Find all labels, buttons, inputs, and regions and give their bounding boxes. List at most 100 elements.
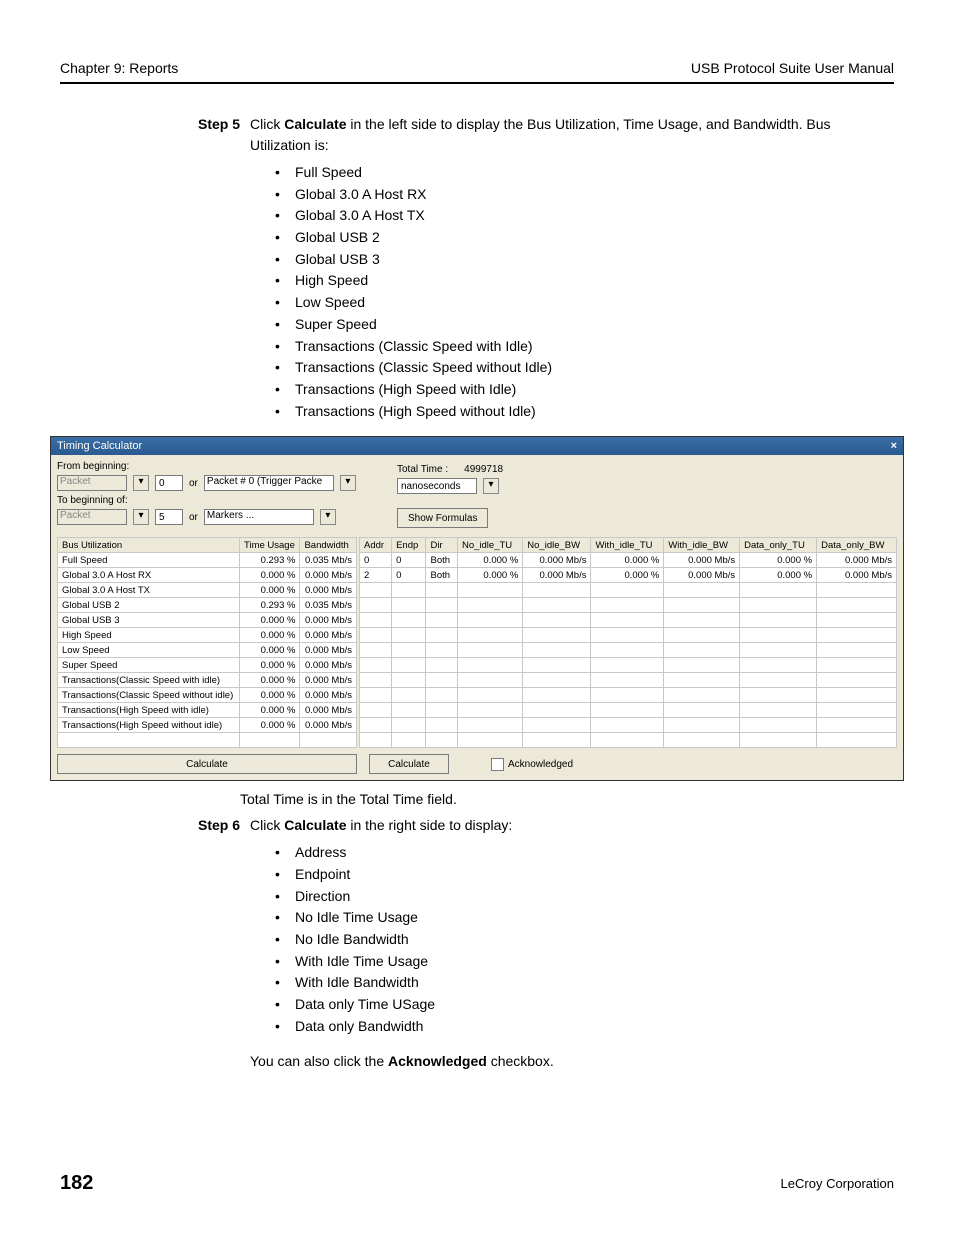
- from-packet-select[interactable]: Packet # 0 (Trigger Packe: [204, 475, 334, 491]
- table-row: 20Both0.000 %0.000 Mb/s0.000 %0.000 Mb/s…: [360, 568, 897, 583]
- table-row: [360, 658, 897, 673]
- table-row: Full Speed0.293 %0.035 Mb/s: [58, 553, 357, 568]
- step5-bullets: Full SpeedGlobal 3.0 A Host RXGlobal 3.0…: [275, 162, 894, 422]
- tc-titlebar: Timing Calculator ×: [51, 437, 903, 455]
- detail-table: AddrEndpDirNo_idle_TUNo_idle_BWWith_idle…: [359, 537, 897, 748]
- col-header: No_idle_TU: [457, 538, 522, 553]
- table-row: Global USB 30.000 %0.000 Mb/s: [58, 613, 357, 628]
- list-item: Low Speed: [275, 292, 894, 314]
- or-label-1: or: [189, 478, 198, 489]
- table-row: [360, 598, 897, 613]
- page-number: 182: [60, 1172, 93, 1195]
- list-item: Transactions (High Speed without Idle): [275, 401, 894, 423]
- step6-label: Step 6: [180, 815, 240, 836]
- ack-pre: You can also click the: [250, 1053, 388, 1069]
- close-icon[interactable]: ×: [891, 440, 897, 452]
- to-markers-select[interactable]: Markers ...: [204, 509, 314, 525]
- list-item: Data only Time USage: [275, 994, 894, 1016]
- step5-pre: Click: [250, 116, 284, 132]
- or-label-2: or: [189, 512, 198, 523]
- chevron-down-icon[interactable]: ▾: [133, 509, 149, 525]
- col-header: Data_only_TU: [740, 538, 817, 553]
- list-item: Endpoint: [275, 864, 894, 886]
- ack-line: You can also click the Acknowledged chec…: [250, 1051, 894, 1072]
- table-row: [360, 733, 897, 748]
- col-header: Dir: [426, 538, 458, 553]
- list-item: Data only Bandwidth: [275, 1016, 894, 1038]
- step6-pre: Click: [250, 817, 284, 833]
- to-value-input[interactable]: [155, 509, 183, 525]
- step6-text: Click Calculate in the right side to dis…: [250, 815, 894, 836]
- step5-bold: Calculate: [284, 116, 346, 132]
- step5-label: Step 5: [180, 114, 240, 156]
- list-item: Transactions (Classic Speed without Idle…: [275, 357, 894, 379]
- table-row: Global USB 20.293 %0.035 Mb/s: [58, 598, 357, 613]
- list-item: Global USB 2: [275, 227, 894, 249]
- table-row: Global 3.0 A Host TX0.000 %0.000 Mb/s: [58, 583, 357, 598]
- totaltime-value: 4999718: [464, 464, 503, 475]
- calculate-right-button[interactable]: Calculate: [369, 754, 449, 774]
- bus-utilization-table: Bus UtilizationTime UsageBandwidthFull S…: [57, 537, 357, 748]
- table-row: Transactions(High Speed without idle)0.0…: [58, 718, 357, 733]
- ack-post: checkbox.: [487, 1053, 554, 1069]
- acknowledged-checkbox[interactable]: Acknowledged: [491, 758, 573, 771]
- list-item: High Speed: [275, 270, 894, 292]
- chevron-down-icon[interactable]: ▾: [340, 475, 356, 491]
- list-item: No Idle Bandwidth: [275, 929, 894, 951]
- col-header: Time Usage: [240, 538, 300, 553]
- chevron-down-icon[interactable]: ▾: [320, 509, 336, 525]
- show-formulas-button[interactable]: Show Formulas: [397, 508, 488, 528]
- table-row: Super Speed0.000 %0.000 Mb/s: [58, 658, 357, 673]
- table-row: [360, 583, 897, 598]
- to-type-select[interactable]: Packet: [57, 509, 127, 525]
- col-header: Addr: [360, 538, 392, 553]
- chevron-down-icon[interactable]: ▾: [483, 478, 499, 494]
- totaltime-label: Total Time :: [397, 464, 448, 475]
- table-row: [360, 628, 897, 643]
- table-row: [360, 613, 897, 628]
- to-label: To beginning of:: [57, 495, 357, 506]
- header-right: USB Protocol Suite User Manual: [691, 60, 894, 76]
- timing-calculator-window: Timing Calculator × From beginning: Pack…: [50, 436, 904, 781]
- list-item: Transactions (Classic Speed with Idle): [275, 336, 894, 358]
- table-row: Low Speed0.000 %0.000 Mb/s: [58, 643, 357, 658]
- col-header: Bandwidth: [300, 538, 357, 553]
- step5-text: Click Calculate in the left side to disp…: [250, 114, 894, 156]
- list-item: With Idle Time Usage: [275, 951, 894, 973]
- list-item: No Idle Time Usage: [275, 907, 894, 929]
- footer-corp: LeCroy Corporation: [781, 1176, 894, 1191]
- header-left: Chapter 9: Reports: [60, 60, 178, 76]
- totaltime-note: Total Time is in the Total Time field.: [240, 791, 894, 807]
- table-row: Transactions(Classic Speed without idle)…: [58, 688, 357, 703]
- table-row: [360, 673, 897, 688]
- acknowledged-label: Acknowledged: [508, 759, 573, 770]
- table-row: Transactions(High Speed with idle)0.000 …: [58, 703, 357, 718]
- table-row: [58, 733, 357, 748]
- table-row: Global 3.0 A Host RX0.000 %0.000 Mb/s: [58, 568, 357, 583]
- list-item: Global USB 3: [275, 249, 894, 271]
- table-row: 00Both0.000 %0.000 Mb/s0.000 %0.000 Mb/s…: [360, 553, 897, 568]
- step6-bullets: AddressEndpointDirectionNo Idle Time Usa…: [275, 842, 894, 1037]
- list-item: Address: [275, 842, 894, 864]
- list-item: Transactions (High Speed with Idle): [275, 379, 894, 401]
- col-header: Endp: [392, 538, 426, 553]
- list-item: Direction: [275, 886, 894, 908]
- list-item: With Idle Bandwidth: [275, 972, 894, 994]
- from-value-input[interactable]: [155, 475, 183, 491]
- step6-post: in the right side to display:: [346, 817, 512, 833]
- list-item: Global 3.0 A Host TX: [275, 205, 894, 227]
- chevron-down-icon[interactable]: ▾: [133, 475, 149, 491]
- col-header: Bus Utilization: [58, 538, 240, 553]
- unit-input[interactable]: [397, 478, 477, 494]
- list-item: Full Speed: [275, 162, 894, 184]
- from-type-select[interactable]: Packet: [57, 475, 127, 491]
- col-header: With_idle_TU: [591, 538, 664, 553]
- calculate-left-button[interactable]: Calculate: [57, 754, 357, 774]
- table-row: High Speed0.000 %0.000 Mb/s: [58, 628, 357, 643]
- table-row: [360, 703, 897, 718]
- table-row: [360, 643, 897, 658]
- col-header: No_idle_BW: [523, 538, 591, 553]
- from-label: From beginning:: [57, 461, 357, 472]
- step6-bold: Calculate: [284, 817, 346, 833]
- col-header: With_idle_BW: [664, 538, 740, 553]
